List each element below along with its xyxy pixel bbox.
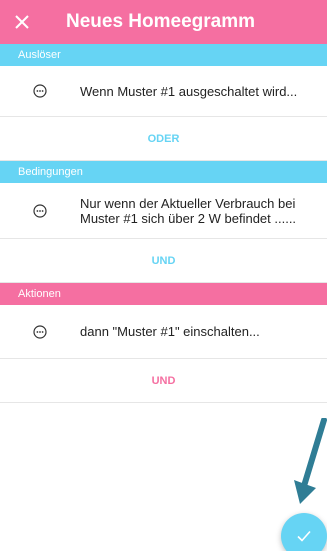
condition-line-1: Nur wenn der Aktueller Verbrauch bei	[80, 195, 296, 211]
condition-item[interactable]: Nur wenn der Aktueller Verbrauch bei Mus…	[0, 183, 327, 239]
more-dots-icon[interactable]	[0, 203, 80, 218]
app-root: Neues Homeegramm Auslöser Wenn Muster #1…	[0, 0, 327, 551]
close-icon	[15, 15, 29, 29]
more-dots-icon[interactable]	[0, 84, 80, 98]
trigger-item-text: Wenn Muster #1 ausgeschaltet wird...	[80, 83, 298, 99]
action-item[interactable]: dann "Muster #1" einschalten...	[0, 305, 327, 359]
section-header-conditions: Bedingungen	[0, 161, 327, 183]
connector-und-conditions-button[interactable]: UND	[0, 239, 327, 283]
confirm-fab-button[interactable]	[281, 513, 327, 551]
section-header-actions: Aktionen	[0, 283, 327, 305]
section-header-triggers: Auslöser	[0, 44, 327, 66]
check-icon	[297, 530, 311, 542]
condition-item-text: Nur wenn der Aktueller Verbrauch bei Mus…	[80, 196, 310, 226]
header-bar: Neues Homeegramm	[0, 0, 327, 44]
connector-und-actions-button[interactable]: UND	[0, 359, 327, 403]
more-dots-icon[interactable]	[0, 324, 80, 339]
close-button[interactable]	[0, 0, 44, 44]
action-item-text: dann "Muster #1" einschalten...	[80, 324, 260, 339]
annotation-arrow-icon	[294, 418, 327, 504]
page-title: Neues Homeegramm	[66, 11, 256, 32]
condition-line-2: Muster #1 sich über 2 W befindet ......	[80, 210, 297, 226]
connector-oder-button[interactable]: ODER	[0, 117, 327, 161]
trigger-item[interactable]: Wenn Muster #1 ausgeschaltet wird...	[0, 66, 327, 117]
